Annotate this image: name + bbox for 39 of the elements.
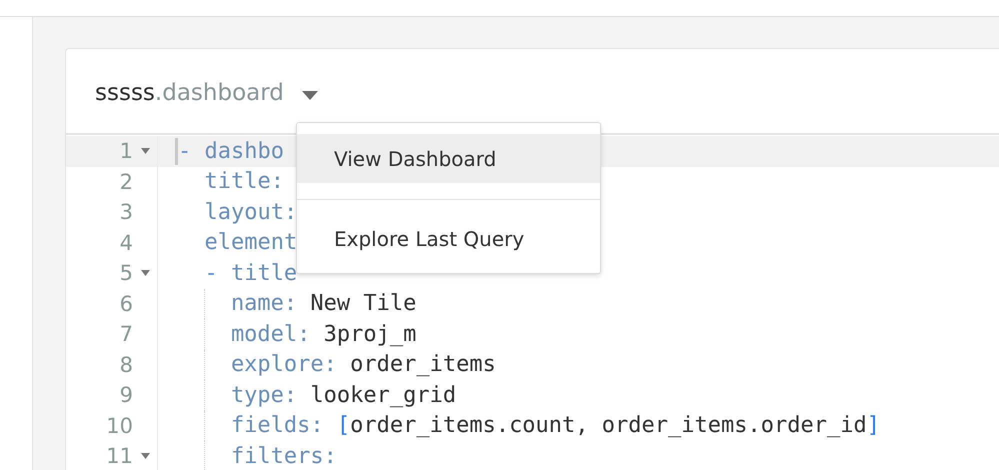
bracket: [ — [336, 413, 350, 438]
yaml-key: title — [230, 260, 298, 286]
menu-item[interactable]: Explore Last Query — [297, 214, 600, 263]
bracket: ] — [866, 413, 880, 438]
line-number: 10 — [106, 414, 133, 438]
yaml-value: 3proj_m — [324, 322, 416, 347]
yaml-value: order_items — [350, 352, 496, 378]
yaml-value: New Tile — [310, 291, 416, 316]
line-number: 9 — [120, 383, 133, 408]
text-cursor — [175, 138, 178, 164]
yaml-key: type: — [230, 382, 298, 408]
line-number: 11 — [106, 444, 133, 468]
line-number: 8 — [120, 352, 133, 377]
list-dash: - — [178, 138, 192, 164]
line-number: 4 — [120, 230, 133, 255]
menu-item[interactable]: View Dashboard — [297, 134, 600, 183]
file-title: sssss.dashboard — [95, 80, 284, 106]
fold-icon[interactable] — [140, 453, 150, 460]
line-number: 3 — [120, 200, 133, 224]
yaml-key: element — [204, 230, 298, 256]
yaml-key: fields: — [230, 413, 324, 438]
line-number: 7 — [120, 322, 133, 346]
yaml-value: looker_grid — [310, 382, 456, 408]
yaml-key: model: — [230, 322, 310, 347]
yaml-key: filters: — [230, 444, 337, 469]
yaml-key: dashbo — [204, 138, 284, 164]
list-dash: - — [204, 260, 218, 286]
line-number: 1 — [120, 139, 133, 164]
fold-icon[interactable] — [140, 148, 150, 154]
line-number: 5 — [120, 261, 133, 286]
yaml-key: layout: — [204, 200, 298, 225]
yaml-value: order_items.count, order_items.order_id — [350, 413, 867, 438]
line-number: 2 — [120, 170, 133, 194]
line-number: 6 — [120, 292, 133, 316]
yaml-key: explore: — [230, 352, 337, 378]
yaml-key: name: — [230, 291, 298, 316]
fold-icon[interactable] — [140, 270, 150, 276]
caret-icon[interactable] — [302, 90, 318, 100]
yaml-key: title: — [204, 169, 284, 194]
